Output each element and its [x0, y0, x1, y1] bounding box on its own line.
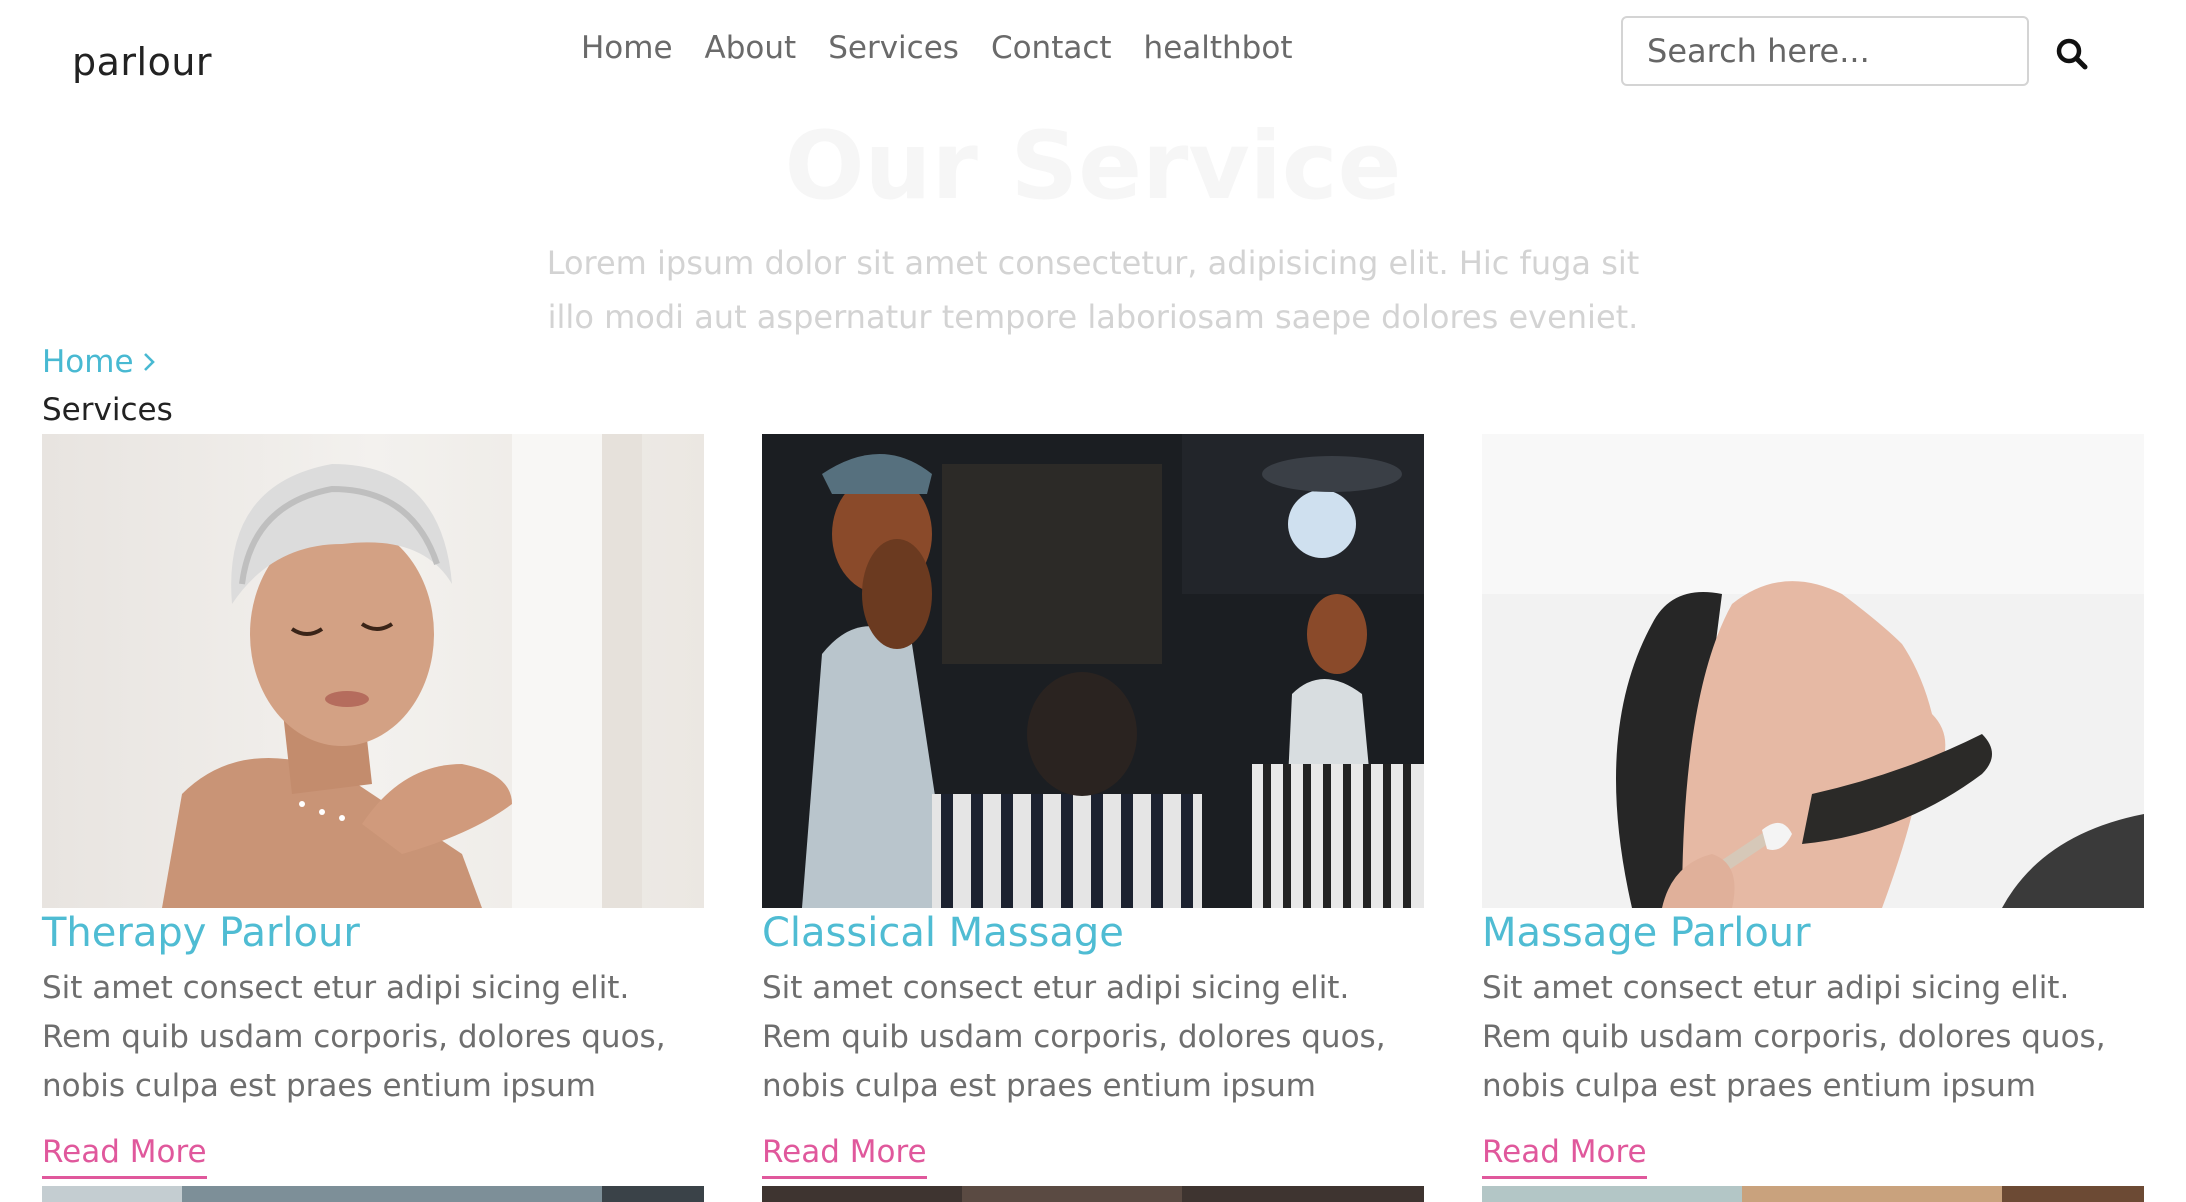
breadcrumb-home-label: Home	[42, 344, 134, 380]
nav-services-link[interactable]: Services	[828, 30, 959, 66]
page-description: Lorem ipsum dolor sit amet consectetur, …	[546, 244, 1640, 336]
next-card-image[interactable]	[42, 1186, 704, 1202]
card-title[interactable]: Classical Massage	[762, 908, 1424, 958]
nav-about-link[interactable]: About	[705, 30, 797, 66]
page-title: Our Service	[784, 112, 1402, 221]
nav-contact-link[interactable]: Contact	[991, 30, 1112, 66]
read-more-link[interactable]: Read More	[762, 1134, 927, 1179]
nav-home-link[interactable]: Home	[581, 30, 673, 66]
chevron-right-icon	[143, 353, 155, 371]
main-nav: Home About Services Contact healthbot	[581, 30, 1292, 66]
therapy-parlour-image[interactable]	[42, 434, 704, 908]
read-more-link[interactable]: Read More	[1482, 1134, 1647, 1179]
service-card: Therapy Parlour Sit amet consect etur ad…	[42, 434, 704, 1111]
search-button[interactable]	[2052, 34, 2092, 74]
card-description: Sit amet consect etur adipi sicing elit.…	[762, 970, 1386, 1104]
massage-parlour-image[interactable]	[1482, 434, 2144, 908]
site-logo[interactable]: parlour	[72, 40, 212, 84]
card-title[interactable]: Therapy Parlour	[42, 908, 704, 958]
read-more-link[interactable]: Read More	[42, 1134, 207, 1179]
breadcrumb-current: Services	[42, 392, 173, 428]
classical-massage-image[interactable]	[762, 434, 1424, 908]
breadcrumb-home-link[interactable]: Home	[42, 344, 158, 380]
next-card-image[interactable]	[762, 1186, 1424, 1202]
card-title[interactable]: Massage Parlour	[1482, 908, 2144, 958]
nav-healthbot-link[interactable]: healthbot	[1144, 30, 1293, 66]
service-card: Classical Massage Sit amet consect etur …	[762, 434, 1424, 1111]
search-icon	[2056, 38, 2088, 70]
service-card: Massage Parlour Sit amet consect etur ad…	[1482, 434, 2144, 1111]
card-description: Sit amet consect etur adipi sicing elit.…	[1482, 970, 2106, 1104]
card-description: Sit amet consect etur adipi sicing elit.…	[42, 970, 666, 1104]
search-input[interactable]	[1621, 16, 2029, 86]
next-card-image[interactable]	[1482, 1186, 2144, 1202]
